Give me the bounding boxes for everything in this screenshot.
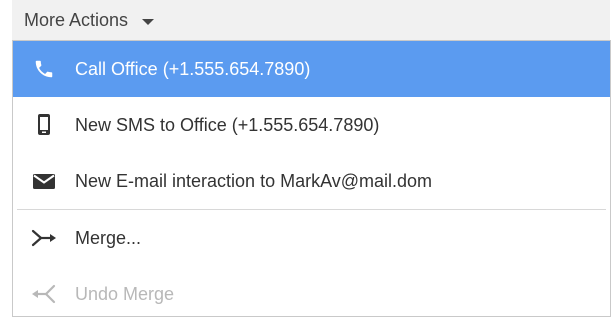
menu-item-merge[interactable]: Merge... bbox=[13, 210, 610, 266]
menu-item-call-office[interactable]: Call Office (+1.555.654.7890) bbox=[13, 41, 610, 97]
more-actions-button[interactable]: More Actions bbox=[12, 0, 610, 40]
menu-item-label: New SMS to Office (+1.555.654.7890) bbox=[75, 114, 380, 135]
menu-item-label: Undo Merge bbox=[75, 283, 175, 304]
menu-item-new-sms[interactable]: New SMS to Office (+1.555.654.7890) bbox=[13, 97, 610, 153]
more-actions-dropdown: More Actions Call Office (+1.555.654.789… bbox=[0, 0, 616, 320]
more-actions-menu: Call Office (+1.555.654.7890) New SMS to… bbox=[12, 40, 611, 317]
menu-item-undo-merge: Undo Merge bbox=[13, 266, 610, 320]
phone-icon bbox=[31, 56, 57, 82]
menu-item-label: Merge... bbox=[75, 227, 142, 248]
menu-item-new-email[interactable]: New E-mail interaction to MarkAv@mail.do… bbox=[13, 153, 610, 209]
menu-item-label: New E-mail interaction to MarkAv@mail.do… bbox=[75, 170, 433, 191]
envelope-icon bbox=[31, 168, 57, 194]
merge-icon bbox=[31, 225, 57, 251]
menu-item-label: Call Office (+1.555.654.7890) bbox=[75, 58, 311, 79]
caret-down-icon bbox=[142, 18, 155, 25]
more-actions-label: More Actions bbox=[24, 9, 129, 30]
undo-merge-icon bbox=[31, 281, 57, 307]
mobile-phone-icon bbox=[31, 112, 57, 138]
